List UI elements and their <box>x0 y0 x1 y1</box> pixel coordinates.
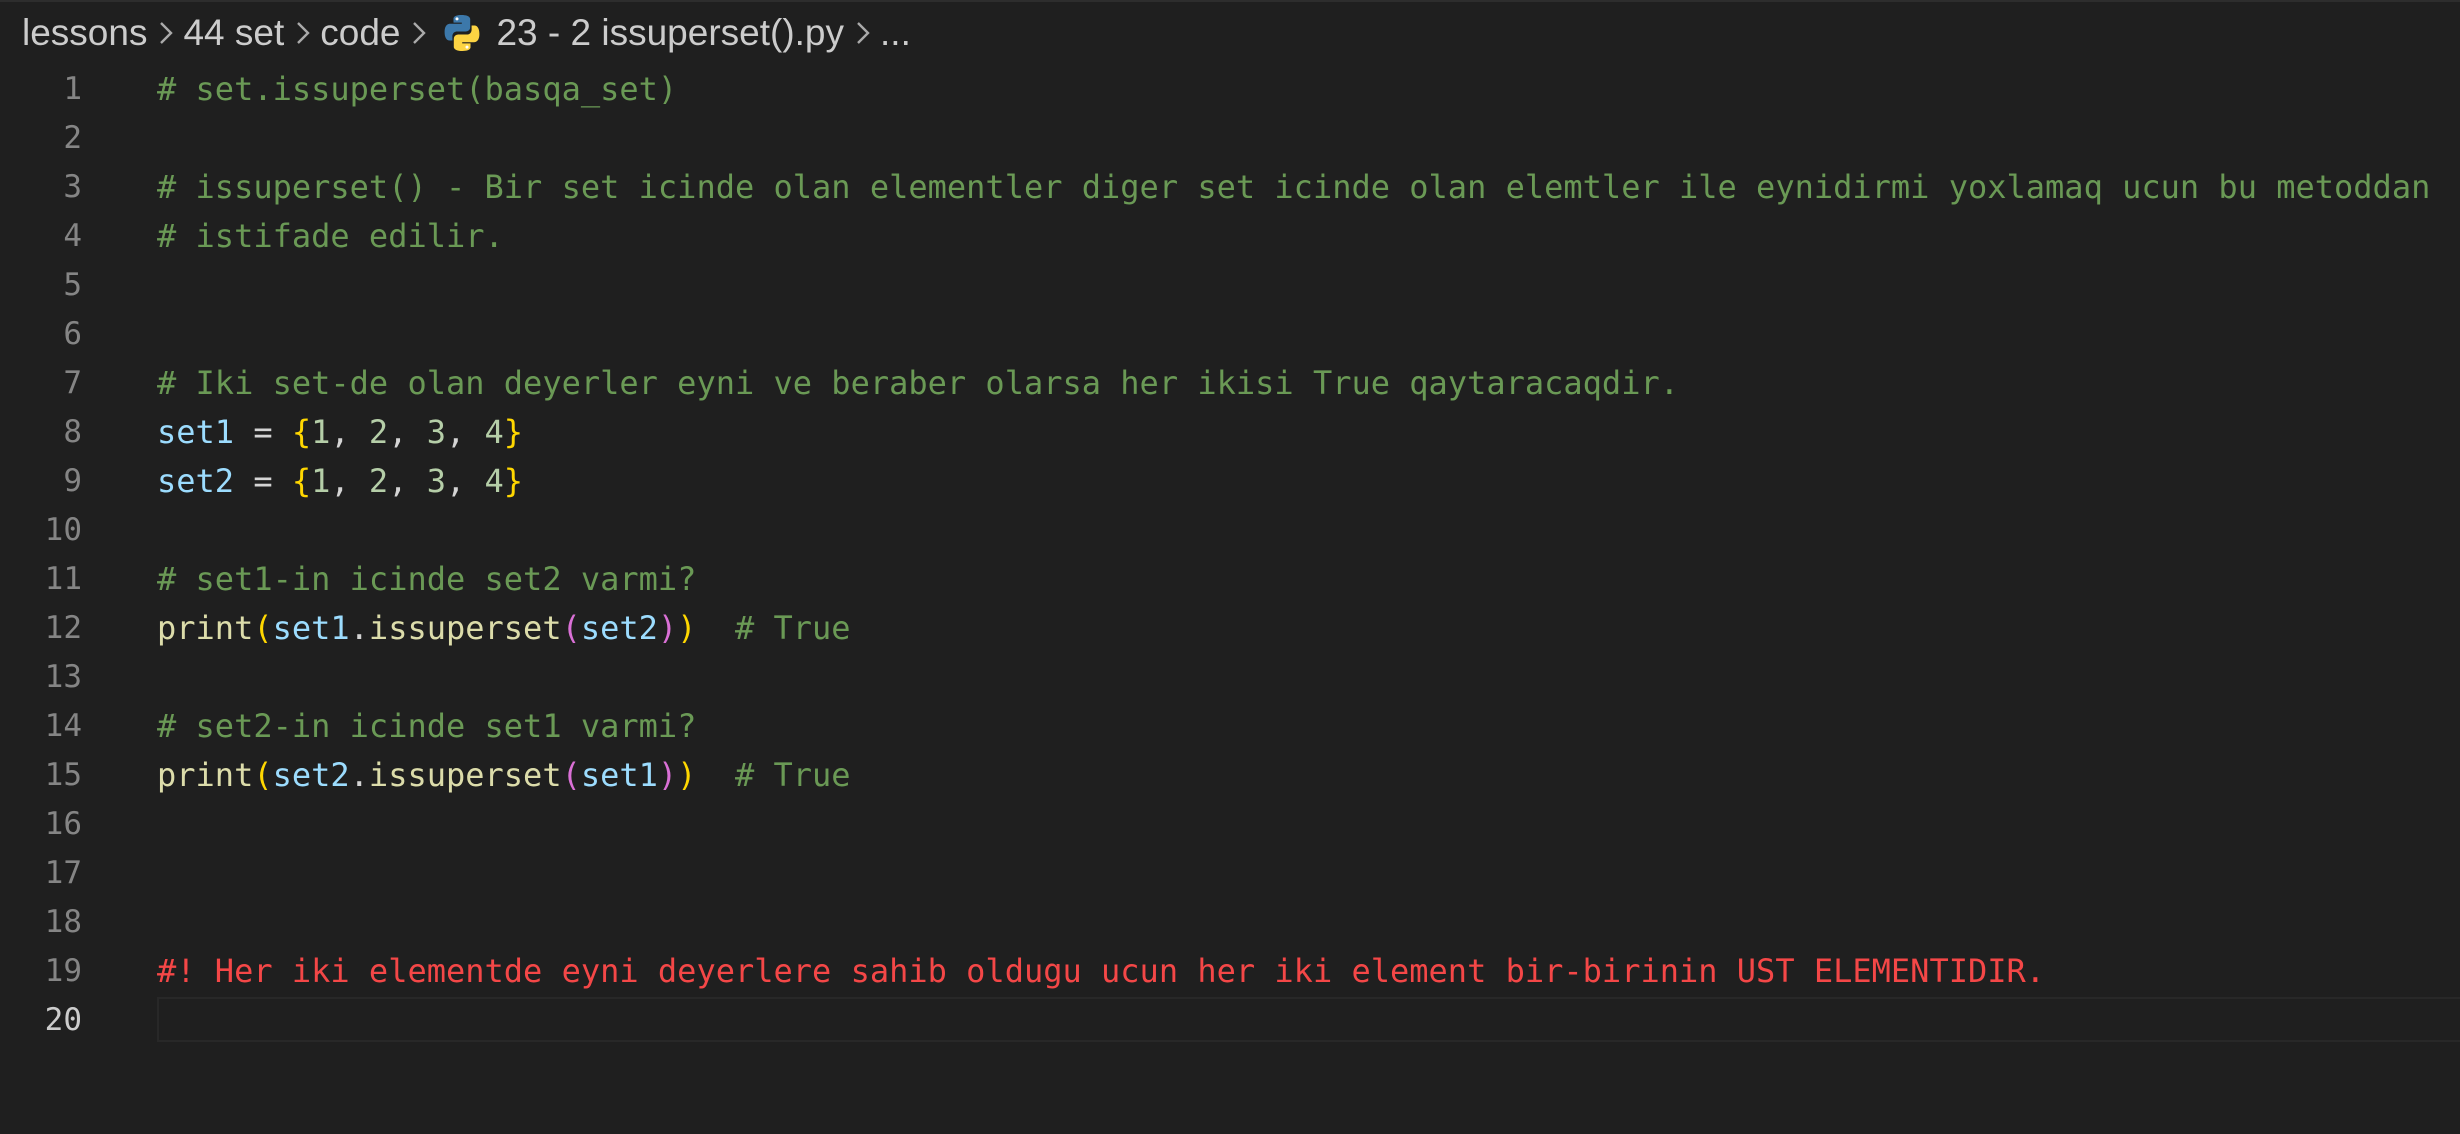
code-line[interactable]: 10 <box>0 506 2460 555</box>
code-line[interactable]: 2 <box>0 114 2460 163</box>
code-line[interactable]: 19 #! Her iki elementde eyni deyerlere sa… <box>0 947 2460 996</box>
line-number: 16 <box>44 806 82 842</box>
code-line[interactable]: 6 <box>0 310 2460 359</box>
code-text: # set1-in icinde set2 varmi? <box>157 560 697 598</box>
code-line[interactable]: 12 print(set1.issuperset(set2)) # True <box>0 604 2460 653</box>
code-line[interactable]: 7 # Iki set-de olan deyerler eyni ve bera… <box>0 359 2460 408</box>
code-line[interactable]: 11 # set1-in icinde set2 varmi? <box>0 555 2460 604</box>
line-number: 8 <box>63 414 82 450</box>
code-editor[interactable]: 1 # set.issuperset(basqa_set) 2 3 # issupers… <box>0 65 2460 1045</box>
code-line[interactable]: 14 # set2-in icinde set1 varmi? <box>0 702 2460 751</box>
code-line[interactable]: 9 set2 = {1, 2, 3, 4} <box>0 457 2460 506</box>
line-number: 13 <box>44 659 82 695</box>
current-line-highlight <box>157 997 2460 1042</box>
breadcrumb-item-file[interactable]: 23 - 2 issuperset().py <box>496 12 844 54</box>
line-number: 3 <box>63 169 82 205</box>
line-number: 4 <box>63 218 82 254</box>
code-line[interactable]: 8 set1 = {1, 2, 3, 4} <box>0 408 2460 457</box>
breadcrumb-item-code[interactable]: code <box>320 12 400 54</box>
code-line[interactable]: 16 <box>0 800 2460 849</box>
code-text: # set.issuperset(basqa_set) <box>157 70 678 108</box>
chevron-right-icon <box>848 18 878 48</box>
line-number: 1 <box>63 71 82 107</box>
code-line[interactable]: 4 # istifade edilir. <box>0 212 2460 261</box>
line-number: 20 <box>44 1002 82 1038</box>
code-text: # issuperset() - Bir set icinde olan ele… <box>157 168 2431 206</box>
line-number: 12 <box>44 610 82 646</box>
code-line[interactable]: 13 <box>0 653 2460 702</box>
code-line[interactable]: 1 # set.issuperset(basqa_set) <box>0 65 2460 114</box>
chevron-right-icon <box>404 18 434 48</box>
breadcrumb-item-symbols[interactable]: ... <box>880 12 911 54</box>
line-number: 15 <box>44 757 82 793</box>
code-text: print(set1.issuperset(set2)) # True <box>157 609 851 647</box>
code-text: set1 = {1, 2, 3, 4} <box>157 413 524 451</box>
line-number: 18 <box>44 904 82 940</box>
line-number: 7 <box>63 365 82 401</box>
chevron-right-icon <box>288 18 318 48</box>
code-text: print(set2.issuperset(set1)) # True <box>157 756 851 794</box>
line-number: 17 <box>44 855 82 891</box>
code-line[interactable]: 3 # issuperset() - Bir set icinde olan el… <box>0 163 2460 212</box>
code-text: # istifade edilir. <box>157 217 504 255</box>
python-icon <box>442 13 482 53</box>
code-text: #! Her iki elementde eyni deyerlere sahi… <box>157 952 2046 990</box>
line-number: 19 <box>44 953 82 989</box>
line-number: 5 <box>63 267 82 303</box>
line-number: 14 <box>44 708 82 744</box>
line-number: 9 <box>63 463 82 499</box>
chevron-right-icon <box>151 18 181 48</box>
code-line[interactable]: 5 <box>0 261 2460 310</box>
line-number: 10 <box>44 512 82 548</box>
breadcrumb-item-44-set[interactable]: 44 set <box>183 12 284 54</box>
code-text: set2 = {1, 2, 3, 4} <box>157 462 524 500</box>
code-text: # Iki set-de olan deyerler eyni ve berab… <box>157 364 1679 402</box>
line-number: 2 <box>63 120 82 156</box>
breadcrumb: lessons 44 set code 23 - 2 issuperset().… <box>22 0 911 66</box>
code-line[interactable]: 17 <box>0 849 2460 898</box>
code-line[interactable]: 18 <box>0 898 2460 947</box>
line-number: 6 <box>63 316 82 352</box>
code-line[interactable]: 20 <box>0 996 2460 1045</box>
code-text: # set2-in icinde set1 varmi? <box>157 707 697 745</box>
code-line[interactable]: 15 print(set2.issuperset(set1)) # True <box>0 751 2460 800</box>
breadcrumb-item-lessons[interactable]: lessons <box>22 12 147 54</box>
line-number: 11 <box>44 561 82 597</box>
